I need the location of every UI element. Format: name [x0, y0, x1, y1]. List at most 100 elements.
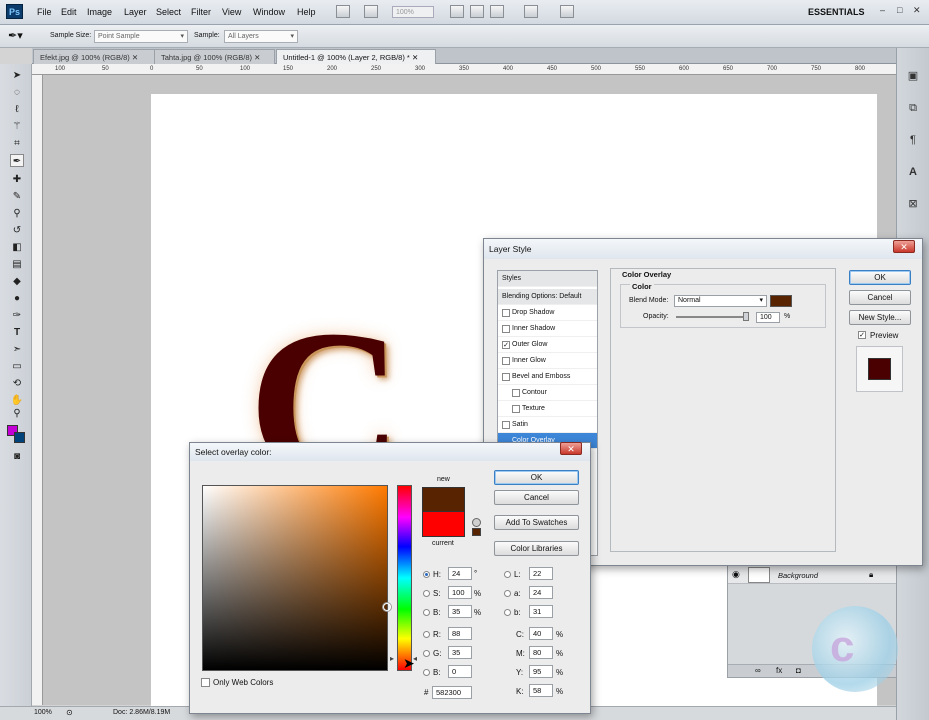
styles-header[interactable]: Styles [498, 271, 597, 287]
zoom-tool-icon[interactable] [470, 5, 484, 18]
layer-mask-icon[interactable]: ◘ [796, 666, 801, 675]
lab-a-radio[interactable] [504, 590, 511, 597]
opacity-slider-track[interactable] [676, 316, 748, 318]
style-item-outer-glow[interactable]: Outer Glow [498, 337, 597, 353]
extras-icon[interactable] [364, 5, 378, 18]
style-item-satin[interactable]: Satin [498, 417, 597, 433]
zoom-tool-icon[interactable]: ⚲ [10, 407, 24, 420]
actions-panel-icon[interactable]: ⧉ [904, 100, 922, 116]
tab-tahta[interactable]: Tahta.jpg @ 100% (RGB/8) ✕ [154, 49, 275, 64]
only-web-colors-checkbox[interactable] [201, 678, 210, 687]
pen-tool-icon[interactable]: ✑ [10, 309, 24, 322]
opacity-field[interactable]: 100 [756, 312, 780, 323]
menu-layer[interactable]: Layer [124, 7, 147, 17]
brush-tool-icon[interactable]: ✎ [10, 190, 24, 203]
blue-radio[interactable] [423, 669, 430, 676]
magenta-field[interactable]: 80 [529, 646, 553, 659]
saturation-field[interactable]: 100 [448, 586, 472, 599]
cancel-button[interactable]: Cancel [849, 290, 911, 305]
tab-untitled-1[interactable]: Untitled-1 @ 100% (Layer 2, RGB/8) * ✕ [276, 49, 436, 64]
gradient-tool-icon[interactable]: ▤ [10, 258, 24, 271]
blur-tool-icon[interactable]: ◆ [10, 275, 24, 288]
rotate-view-icon[interactable] [490, 5, 504, 18]
checkbox[interactable] [512, 389, 520, 397]
layer-style-fx-icon[interactable]: fx [776, 666, 782, 675]
green-field[interactable]: 35 [448, 646, 472, 659]
blending-options-item[interactable]: Blending Options: Default [498, 289, 597, 305]
path-selection-tool-icon[interactable]: ➣ [10, 343, 24, 356]
eraser-tool-icon[interactable]: ◧ [10, 241, 24, 254]
history-brush-tool-icon[interactable]: ↺ [10, 224, 24, 237]
tab-close-icon[interactable]: ✕ [254, 53, 260, 62]
red-field[interactable]: 88 [448, 627, 472, 640]
color-field-marker[interactable] [383, 603, 391, 611]
checkbox[interactable] [512, 405, 520, 413]
menu-edit[interactable]: Edit [61, 7, 77, 17]
opacity-slider-thumb[interactable] [743, 312, 749, 321]
menu-image[interactable]: Image [87, 7, 112, 17]
status-zoom[interactable]: 100% [34, 709, 58, 719]
blue-field[interactable]: 0 [448, 665, 472, 678]
brightness-field[interactable]: 35 [448, 605, 472, 618]
lasso-tool-icon[interactable]: ℓ [10, 103, 24, 116]
visibility-eye-icon[interactable]: ◉ [732, 569, 740, 580]
history-panel-icon[interactable]: ▣ [904, 68, 922, 84]
hand-tool-icon[interactable]: ✋ [10, 394, 24, 407]
marquee-tool-icon[interactable]: ◌ [10, 86, 24, 99]
healing-brush-tool-icon[interactable]: ✚ [10, 173, 24, 186]
hue-field[interactable]: 24 [448, 567, 472, 580]
menu-filter[interactable]: Filter [191, 7, 211, 17]
character-panel-icon[interactable]: A [904, 164, 922, 180]
hue-slider[interactable] [397, 485, 412, 671]
close-icon[interactable]: ✕ [893, 240, 915, 253]
sample-select[interactable]: All Layers [224, 30, 298, 43]
dodge-tool-icon[interactable]: ● [10, 292, 24, 305]
link-layers-icon[interactable]: ∞ [755, 666, 761, 675]
3d-rotate-tool-icon[interactable]: ⟲ [10, 377, 24, 390]
style-item-drop-shadow[interactable]: Drop Shadow [498, 305, 597, 321]
current-color-swatch[interactable] [422, 512, 465, 537]
paragraph-panel-icon[interactable]: ¶ [904, 132, 922, 148]
lab-l-field[interactable]: 22 [529, 567, 553, 580]
yellow-field[interactable]: 95 [529, 665, 553, 678]
tool-presets-icon[interactable]: ⊠ [904, 196, 922, 212]
green-radio[interactable] [423, 650, 430, 657]
checkbox[interactable] [502, 357, 510, 365]
red-radio[interactable] [423, 631, 430, 638]
type-tool-icon[interactable]: T [10, 326, 24, 339]
menu-view[interactable]: View [222, 7, 241, 17]
status-menu-icon[interactable]: ⊙ [66, 708, 73, 717]
checkbox[interactable]: ✓ [502, 341, 510, 349]
layer-style-title-bar[interactable] [484, 239, 922, 259]
cancel-button[interactable]: Cancel [494, 490, 579, 505]
hex-field[interactable]: 582300 [432, 686, 472, 699]
new-style-button[interactable]: New Style... [849, 310, 911, 325]
move-tool-icon[interactable]: ➤ [10, 69, 24, 82]
hue-radio[interactable] [423, 571, 430, 578]
lab-l-radio[interactable] [504, 571, 511, 578]
style-item-inner-glow[interactable]: Inner Glow [498, 353, 597, 369]
zoom-level-field[interactable]: 100% [392, 6, 434, 18]
sample-size-select[interactable]: Point Sample [94, 30, 188, 43]
lab-b-field[interactable]: 31 [529, 605, 553, 618]
checkbox[interactable] [502, 309, 510, 317]
style-item-bevel-emboss[interactable]: Bevel and Emboss [498, 369, 597, 385]
arrange-documents-icon[interactable] [524, 5, 538, 18]
web-safe-warning-icon[interactable] [472, 518, 481, 527]
background-color-swatch[interactable] [14, 432, 25, 443]
style-item-inner-shadow[interactable]: Inner Shadow [498, 321, 597, 337]
web-safe-color-swatch[interactable] [472, 528, 481, 536]
tab-close-icon[interactable]: ✕ [132, 53, 138, 62]
menu-file[interactable]: File [37, 7, 52, 17]
close-button[interactable]: ✕ [913, 5, 921, 16]
workspace-switcher[interactable]: ESSENTIALS [808, 7, 865, 17]
screen-mode-icon[interactable] [560, 5, 574, 18]
checkbox[interactable] [502, 325, 510, 333]
bridge-icon[interactable] [336, 5, 350, 18]
lab-b-radio[interactable] [504, 609, 511, 616]
ok-button[interactable]: OK [849, 270, 911, 285]
maximize-button[interactable]: □ [897, 5, 902, 15]
ok-button[interactable]: OK [494, 470, 579, 485]
checkbox[interactable] [502, 373, 510, 381]
checkbox[interactable] [502, 421, 510, 429]
